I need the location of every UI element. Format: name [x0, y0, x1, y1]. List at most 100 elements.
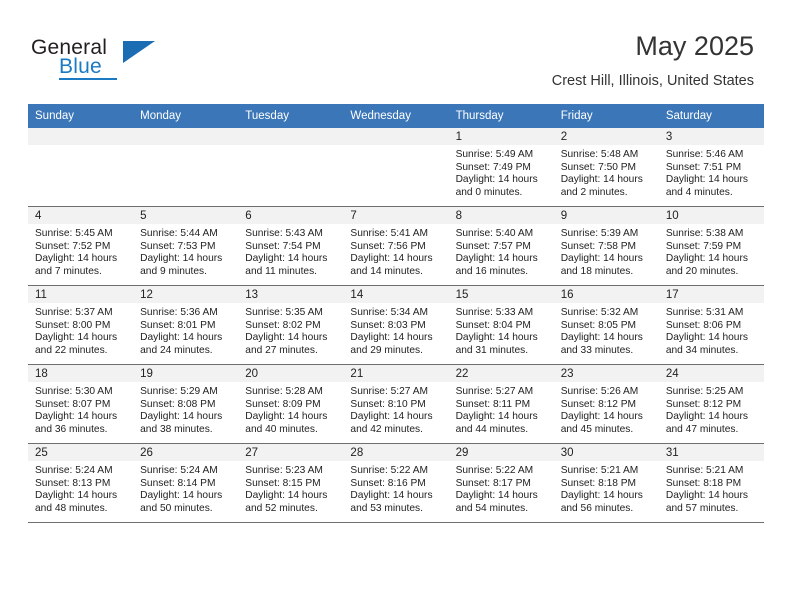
page-header: General Blue May 2025 Crest Hill, Illino…: [0, 0, 792, 102]
day-daylight-line-text: Daylight: 14 hours: [35, 490, 118, 502]
day-details: Sunrise: 5:21 AM Sunset: 8:18 PM Daylight:…: [554, 461, 659, 515]
day-sunrise-text: Sunrise: 5:43 AM: [245, 228, 323, 239]
day-number: 30: [553, 444, 659, 461]
day-daylight-line-text: and 31 minutes.: [455, 344, 529, 356]
calendar-day-cell[interactable]: 13 Sunrise: 5:35 AM Sunset: 8:02 PM Dayligh…: [238, 285, 344, 365]
day-number: 16: [553, 286, 659, 303]
day-cell-inner: 14 Sunrise: 5:34 AM Sunset: 8:03 PM Dayligh…: [343, 286, 449, 364]
calendar-day-cell[interactable]: 10 Sunrise: 5:38 AM Sunset: 7:59 PM Dayligh…: [658, 206, 764, 286]
day-number: 6: [238, 207, 344, 224]
day-number: 1: [448, 128, 554, 145]
day-sunrise-text: Sunrise: 5:40 AM: [455, 228, 534, 239]
day-number: 3: [658, 128, 764, 145]
calendar-day-cell[interactable]: 20 Sunrise: 5:28 AM Sunset: 8:09 PM Dayligh…: [238, 364, 344, 444]
day-daylight-line-text: and 40 minutes.: [245, 423, 318, 435]
calendar-day-cell[interactable]: 11 Sunrise: 5:37 AM Sunset: 8:00 PM Dayligh…: [28, 285, 134, 365]
day-sunset-text: Sunset: 8:18 PM: [560, 477, 637, 489]
page-title: May 2025: [635, 31, 754, 61]
day-daylight-line-text: and 33 minutes.: [560, 344, 634, 356]
calendar-day-cell[interactable]: 16 Sunrise: 5:32 AM Sunset: 8:05 PM Dayligh…: [553, 285, 659, 365]
day-sunset-text: Sunset: 7:52 PM: [35, 240, 111, 252]
day-sunrise-text: Sunrise: 5:45 AM: [35, 228, 113, 239]
calendar-day-cell[interactable]: 31 Sunrise: 5:21 AM Sunset: 8:18 PM Dayligh…: [658, 443, 764, 523]
calendar-day-cell[interactable]: 4 Sunrise: 5:45 AM Sunset: 7:52 PM Daylight…: [28, 206, 134, 286]
day-daylight-line-text: and 18 minutes.: [560, 265, 634, 277]
day-cell-inner: 23 Sunrise: 5:26 AM Sunset: 8:12 PM Dayligh…: [553, 365, 659, 443]
day-sunrise-text: Sunrise: 5:30 AM: [35, 386, 113, 397]
day-cell-inner: 8 Sunrise: 5:40 AM Sunset: 7:57 PM Daylight…: [448, 207, 554, 285]
day-number: 15: [448, 286, 554, 303]
day-daylight-line-text: Daylight: 14 hours: [560, 174, 643, 186]
day-number: 12: [133, 286, 239, 303]
calendar-day-cell[interactable]: 9 Sunrise: 5:39 AM Sunset: 7:58 PM Daylight…: [553, 206, 659, 286]
calendar-day-cell[interactable]: 30 Sunrise: 5:21 AM Sunset: 8:18 PM Dayligh…: [553, 443, 659, 523]
calendar-day-cell[interactable]: 25 Sunrise: 5:24 AM Sunset: 8:13 PM Dayligh…: [28, 443, 134, 523]
day-daylight-line-text: Daylight: 14 hours: [560, 332, 643, 344]
calendar-day-cell[interactable]: 3 Sunrise: 5:46 AM Sunset: 7:51 PM Daylight…: [658, 128, 764, 207]
calendar-day-cell[interactable]: 18 Sunrise: 5:30 AM Sunset: 8:07 PM Dayligh…: [28, 364, 134, 444]
day-details: Sunrise: 5:49 AM Sunset: 7:49 PM Daylight:…: [449, 145, 554, 199]
calendar-day-cell[interactable]: 17 Sunrise: 5:31 AM Sunset: 8:06 PM Dayligh…: [658, 285, 764, 365]
day-sunrise-text: Sunrise: 5:25 AM: [665, 386, 744, 397]
day-number: 18: [28, 365, 134, 382]
day-sunrise-text: Sunrise: 5:23 AM: [245, 465, 323, 476]
calendar-day-cell[interactable]: 5 Sunrise: 5:44 AM Sunset: 7:53 PM Daylight…: [133, 206, 239, 286]
day-cell-inner: 22 Sunrise: 5:27 AM Sunset: 8:11 PM Dayligh…: [448, 365, 554, 443]
calendar-day-cell[interactable]: 27 Sunrise: 5:23 AM Sunset: 8:15 PM Dayligh…: [238, 443, 344, 523]
calendar-day-cell[interactable]: 12 Sunrise: 5:36 AM Sunset: 8:01 PM Dayligh…: [133, 285, 239, 365]
calendar-day-cell[interactable]: 28 Sunrise: 5:22 AM Sunset: 8:16 PM Dayligh…: [343, 443, 449, 523]
calendar-day-cell[interactable]: 23 Sunrise: 5:26 AM Sunset: 8:12 PM Dayligh…: [553, 364, 659, 444]
day-daylight-line-text: Daylight: 14 hours: [140, 253, 223, 265]
day-sunrise-text: Sunrise: 5:22 AM: [350, 465, 429, 476]
day-cell-inner: 10 Sunrise: 5:38 AM Sunset: 7:59 PM Dayligh…: [658, 207, 764, 285]
calendar-day-cell[interactable]: 22 Sunrise: 5:27 AM Sunset: 8:11 PM Dayligh…: [448, 364, 554, 444]
day-cell-inner: [28, 128, 134, 206]
day-details: Sunrise: 5:41 AM Sunset: 7:56 PM Daylight:…: [343, 224, 448, 278]
day-daylight-line-text: and 38 minutes.: [140, 423, 213, 435]
day-details: Sunrise: 5:28 AM Sunset: 8:09 PM Daylight:…: [238, 382, 343, 436]
day-daylight-line-text: and 14 minutes.: [350, 265, 423, 277]
day-number: 31: [658, 444, 764, 461]
day-daylight-line-text: and 27 minutes.: [245, 344, 318, 356]
calendar-day-cell[interactable]: 8 Sunrise: 5:40 AM Sunset: 7:57 PM Daylight…: [448, 206, 554, 286]
calendar-day-cell[interactable]: 15 Sunrise: 5:33 AM Sunset: 8:04 PM Dayligh…: [448, 285, 554, 365]
day-number: 21: [343, 365, 449, 382]
day-daylight-line-text: Daylight: 14 hours: [455, 332, 538, 344]
calendar-day-cell[interactable]: 14 Sunrise: 5:34 AM Sunset: 8:03 PM Dayligh…: [343, 285, 449, 365]
day-daylight-line-text: and 57 minutes.: [665, 502, 739, 514]
calendar-day-cell[interactable]: 29 Sunrise: 5:22 AM Sunset: 8:17 PM Dayligh…: [448, 443, 554, 523]
general-blue-logo[interactable]: General Blue: [31, 36, 211, 86]
day-sunrise-text: Sunrise: 5:35 AM: [245, 307, 323, 318]
calendar-day-cell[interactable]: 6 Sunrise: 5:43 AM Sunset: 7:54 PM Daylight…: [238, 206, 344, 286]
calendar-page: General Blue May 2025 Crest Hill, Illino…: [0, 0, 792, 612]
day-number: 20: [238, 365, 344, 382]
calendar-day-cell[interactable]: 26 Sunrise: 5:24 AM Sunset: 8:14 PM Dayligh…: [133, 443, 239, 523]
day-sunset-text: Sunset: 7:59 PM: [665, 240, 742, 252]
day-sunrise-text: Sunrise: 5:48 AM: [560, 149, 639, 160]
day-sunset-text: Sunset: 7:51 PM: [665, 161, 742, 173]
day-cell-inner: 31 Sunrise: 5:21 AM Sunset: 8:18 PM Dayligh…: [658, 444, 764, 522]
calendar-day-cell[interactable]: 19 Sunrise: 5:29 AM Sunset: 8:08 PM Dayligh…: [133, 364, 239, 444]
day-cell-inner: [133, 128, 239, 206]
day-sunrise-text: Sunrise: 5:36 AM: [140, 307, 218, 318]
day-daylight-line-text: Daylight: 14 hours: [245, 253, 328, 265]
page-subtitle: Crest Hill, Illinois, United States: [551, 73, 754, 89]
day-daylight-line-text: Daylight: 14 hours: [560, 490, 643, 502]
day-details: Sunrise: 5:31 AM Sunset: 8:06 PM Daylight:…: [659, 303, 764, 357]
calendar-day-cell[interactable]: 7 Sunrise: 5:41 AM Sunset: 7:56 PM Daylight…: [343, 206, 449, 286]
logo-text-blue: Blue: [59, 55, 102, 78]
day-cell-inner: 17 Sunrise: 5:31 AM Sunset: 8:06 PM Dayligh…: [658, 286, 764, 364]
calendar-day-cell[interactable]: 24 Sunrise: 5:25 AM Sunset: 8:12 PM Dayligh…: [658, 364, 764, 444]
calendar-day-cell[interactable]: 2 Sunrise: 5:48 AM Sunset: 7:50 PM Daylight…: [553, 128, 659, 207]
calendar-day-cell[interactable]: 1 Sunrise: 5:49 AM Sunset: 7:49 PM Daylight…: [448, 128, 554, 207]
day-details: Sunrise: 5:27 AM Sunset: 8:11 PM Daylight:…: [449, 382, 554, 436]
calendar-day-cell[interactable]: 21 Sunrise: 5:27 AM Sunset: 8:10 PM Dayligh…: [343, 364, 449, 444]
day-sunset-text: Sunset: 8:07 PM: [35, 398, 111, 410]
day-sunset-text: Sunset: 7:50 PM: [560, 161, 637, 173]
day-number: 13: [238, 286, 344, 303]
day-daylight-line-text: and 2 minutes.: [560, 186, 628, 198]
calendar-day-cell-empty: [28, 128, 134, 207]
day-number: 2: [553, 128, 659, 145]
day-cell-inner: 24 Sunrise: 5:25 AM Sunset: 8:12 PM Dayligh…: [658, 365, 764, 443]
day-sunrise-text: Sunrise: 5:49 AM: [455, 149, 534, 160]
